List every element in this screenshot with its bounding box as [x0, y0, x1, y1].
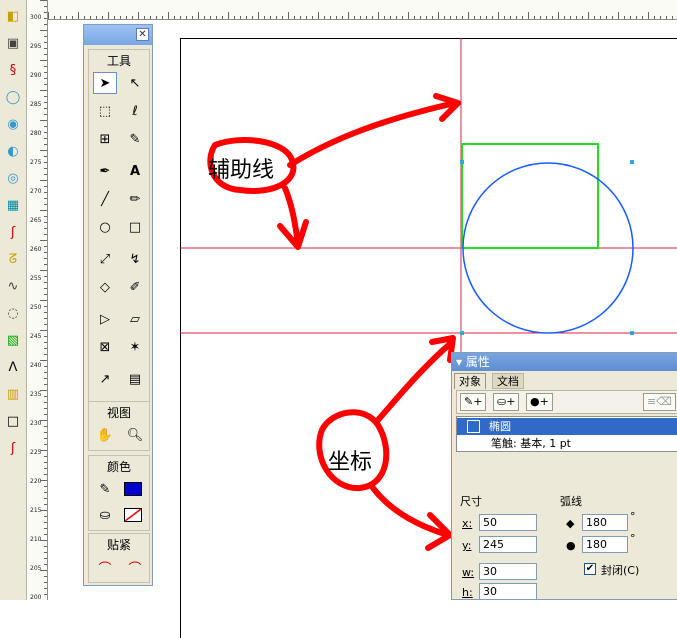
tab-document[interactable]: 文档: [492, 373, 524, 389]
closed-label[interactable]: 封闭(C): [601, 562, 639, 578]
properties-toolbar: ✎+ ⛀+ ●+ ≡⌫: [456, 390, 677, 414]
add-stroke-button[interactable]: ✎+: [460, 393, 487, 411]
x-field[interactable]: 50: [479, 514, 537, 531]
eraser-icon[interactable]: ◇: [93, 276, 117, 298]
tools-section: 工具 ➤ ↖ ⬚ ℓ ⊞ ✎ ✒ A ╱ ✏ ○ □ ⤢ ↯ ◇ ✐ ▷ ▱ ⊠…: [88, 49, 150, 419]
size-label: 尺寸: [460, 495, 482, 508]
tools-panel: ✕ 工具 ➤ ↖ ⬚ ℓ ⊞ ✎ ✒ A ╱ ✏ ○ □ ⤢ ↯ ◇ ✐ ▷ ▱…: [83, 24, 153, 586]
text-tool-icon[interactable]: A: [123, 160, 147, 182]
color-section-title: 颜色: [106, 460, 131, 474]
coords-arrow-up: [375, 339, 455, 423]
attribute-list[interactable]: 椭圆 笔触: 基本, 1 pt: [456, 416, 677, 452]
snap-section-title: 贴紧: [106, 538, 131, 552]
object-name: 椭圆: [489, 420, 511, 433]
collapse-icon[interactable]: ▾: [456, 355, 466, 369]
tab-object[interactable]: 对象: [454, 373, 486, 389]
no-fill-icon: [124, 508, 142, 522]
list-item-ellipse[interactable]: 椭圆: [457, 418, 677, 435]
chart-tool-icon[interactable]: ▤: [123, 368, 147, 390]
subselect-tool[interactable]: ↖: [123, 72, 147, 94]
extrude-tool-icon[interactable]: ▱: [123, 308, 147, 330]
list-item-stroke[interactable]: 笔触: 基本, 1 pt: [457, 436, 677, 452]
arc-start-field[interactable]: 180: [582, 514, 628, 531]
freeform-tool-icon[interactable]: ↯: [123, 248, 147, 270]
close-icon[interactable]: ✕: [136, 28, 149, 41]
fill-color-icon[interactable]: ⛀: [93, 504, 117, 526]
eyedropper-icon[interactable]: ✎: [123, 128, 147, 150]
view-section: 视图 ✋ 🔍︎: [88, 401, 150, 451]
color-section: 颜色 ✎ ⛀: [88, 455, 150, 531]
properties-titlebar[interactable]: ▾ 属性: [452, 353, 677, 371]
arc-label: 弧线: [560, 495, 582, 508]
tools-section-title: 工具: [106, 54, 131, 68]
degree-sign-2: °: [630, 532, 636, 545]
coords-annotation-label: 坐标: [328, 450, 373, 475]
rectangle-tool-icon[interactable]: □: [123, 216, 147, 238]
closed-checkbox[interactable]: ✔: [584, 563, 596, 575]
select-behind-tool[interactable]: ⬚: [93, 100, 117, 122]
w-label: w:: [462, 566, 475, 579]
stroke-description: 笔触: 基本, 1 pt: [491, 437, 571, 450]
properties-panel: ▾ 属性 对象 文档 ✎+ ⛀+ ●+ ≡⌫ 椭圆 笔触: 基本, 1 pt 尺…: [451, 352, 677, 600]
add-effect-button[interactable]: ●+: [526, 393, 553, 411]
degree-sign: °: [630, 510, 636, 523]
add-fill-button[interactable]: ⛀+: [493, 393, 520, 411]
link-tool-icon[interactable]: ↗: [93, 368, 117, 390]
pencil-icon[interactable]: ✏: [123, 188, 147, 210]
coords-arrow-down: [370, 485, 451, 538]
selection-handle[interactable]: [460, 331, 464, 335]
graphic-hose-icon[interactable]: ✶: [123, 336, 147, 358]
snap-section: 贴紧 ⌒ ⌒: [88, 533, 150, 583]
brush-icon[interactable]: ✐: [123, 276, 147, 298]
guides-annotation-label: 辅助线: [208, 158, 275, 183]
arc-end-field[interactable]: 180: [582, 536, 628, 553]
h-label: h:: [462, 586, 473, 599]
line-tool-icon[interactable]: ╱: [93, 188, 117, 210]
properties-title: 属性: [465, 355, 490, 369]
tools-titlebar[interactable]: ✕: [84, 25, 152, 45]
fill-color-swatch[interactable]: [121, 504, 145, 526]
arc-end-icon: ●: [566, 539, 576, 552]
hand-icon[interactable]: ✋: [93, 424, 117, 446]
y-field[interactable]: 245: [479, 536, 537, 553]
arc-start-icon: ◆: [566, 517, 575, 530]
delete-attribute-button[interactable]: ≡⌫: [643, 393, 676, 411]
w-field[interactable]: 30: [479, 563, 537, 580]
selection-handle[interactable]: [460, 160, 464, 164]
guides-arrow-up: [287, 100, 458, 168]
view-section-title: 视图: [106, 406, 131, 420]
selection-handle[interactable]: [630, 160, 634, 164]
selection-handle[interactable]: [630, 331, 634, 335]
object-swatch: [467, 420, 480, 433]
lasso-icon[interactable]: ℓ: [123, 100, 147, 122]
y-label: y:: [462, 539, 472, 552]
snap-to-guides-icon[interactable]: ⌒: [123, 556, 147, 578]
crop-tool-icon[interactable]: ⊞: [93, 128, 117, 150]
x-label: x:: [462, 517, 473, 530]
pen-tool-icon[interactable]: ✒: [93, 160, 117, 182]
snap-to-grid-icon[interactable]: ⌒: [93, 556, 117, 578]
zoom-icon[interactable]: 🔍︎: [123, 424, 147, 446]
scale-tool-icon[interactable]: ⤢: [93, 248, 117, 270]
ellipse-tool-icon[interactable]: ○: [93, 216, 117, 238]
trace-tool-icon[interactable]: ⊠: [93, 336, 117, 358]
pointer-tool[interactable]: ➤: [93, 72, 117, 94]
h-field[interactable]: 30: [479, 583, 537, 600]
stroke-color-swatch[interactable]: [121, 478, 145, 500]
blend-tool-icon[interactable]: ▷: [93, 308, 117, 330]
green-rectangle[interactable]: [461, 143, 599, 249]
stroke-color-icon[interactable]: ✎: [93, 478, 117, 500]
